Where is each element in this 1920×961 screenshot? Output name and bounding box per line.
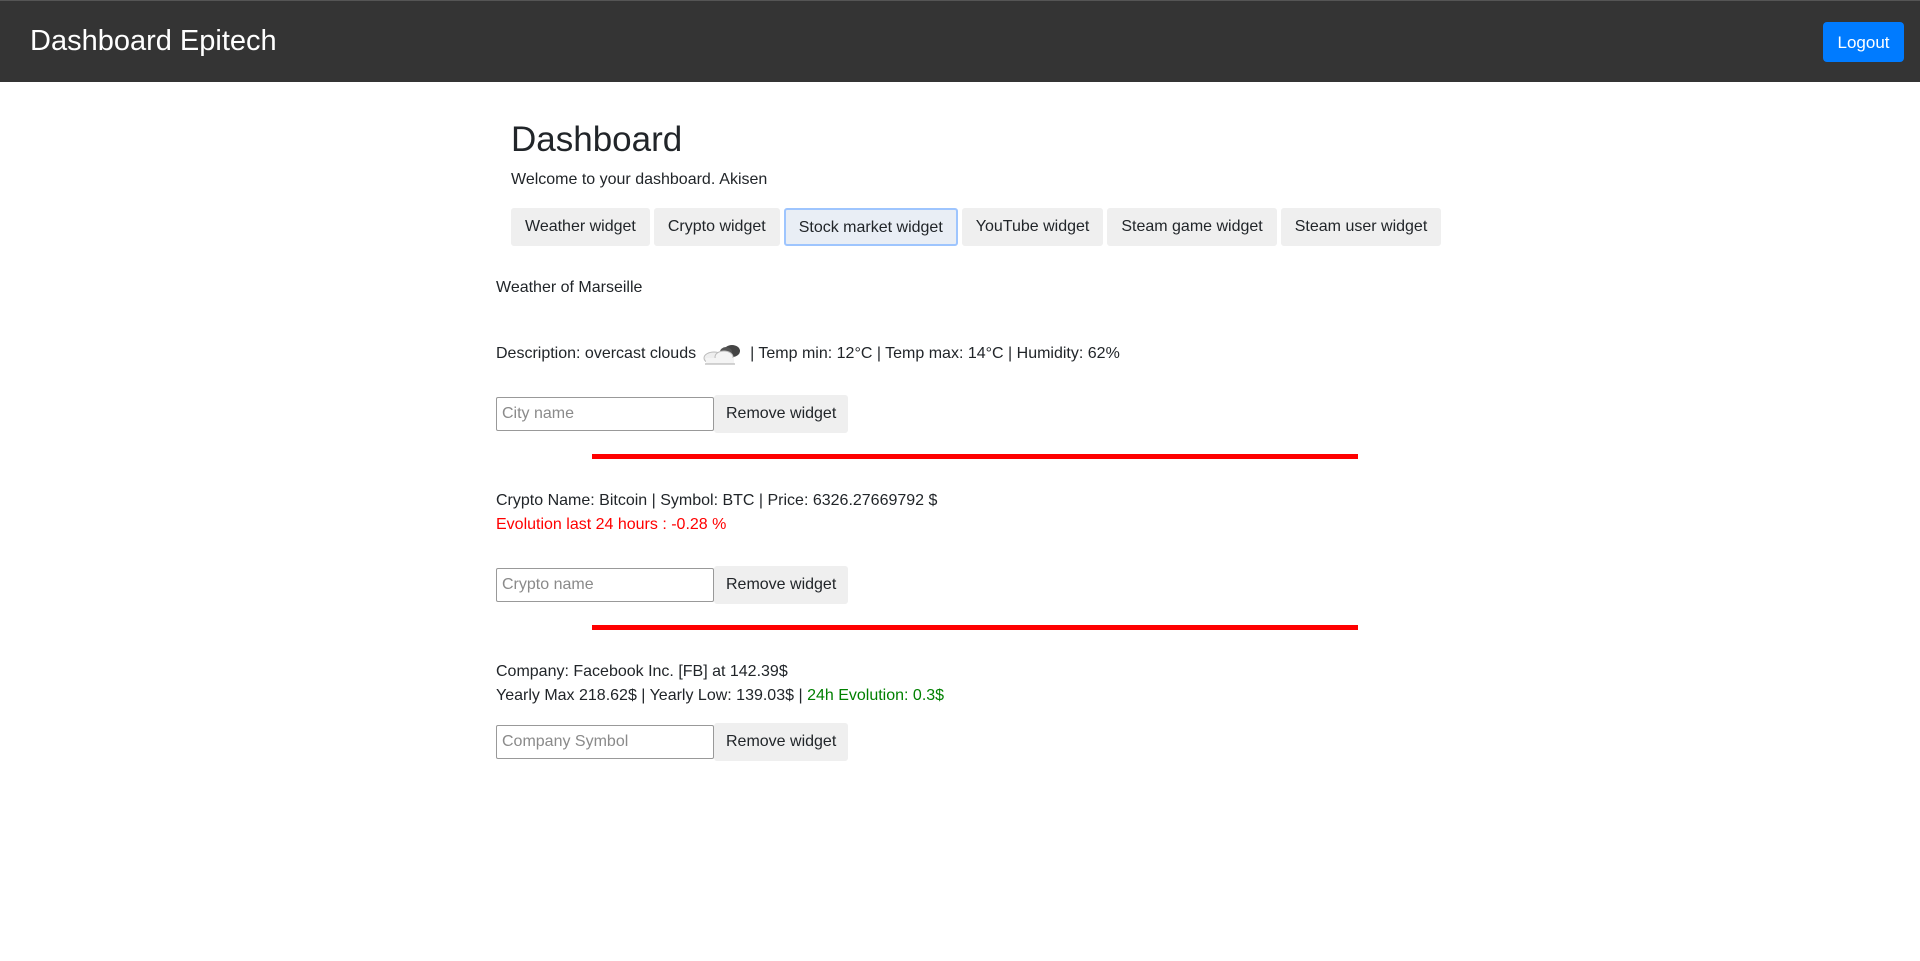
city-name-input[interactable] xyxy=(496,397,714,431)
page-title: Dashboard xyxy=(511,120,683,159)
remove-stock-widget-button[interactable]: Remove widget xyxy=(714,723,849,761)
widget-separator xyxy=(592,454,1358,459)
weather-stats: | Temp min: 12°C | Temp max: 14°C | Humi… xyxy=(750,345,1120,363)
stock-evolution: 24h Evolution: 0.3$ xyxy=(807,687,945,704)
crypto-name-input[interactable] xyxy=(496,568,714,602)
remove-weather-widget-button[interactable]: Remove widget xyxy=(714,395,849,433)
crypto-controls: Remove widget xyxy=(496,566,849,604)
add-steam-game-widget-button[interactable]: Steam game widget xyxy=(1107,208,1277,246)
welcome-text: Welcome to your dashboard. xyxy=(511,171,716,188)
top-navbar: Dashboard Epitech Logout xyxy=(0,0,1920,82)
app-brand[interactable]: Dashboard Epitech xyxy=(30,23,277,59)
widget-selector-bar: Weather widget Crypto widget Stock marke… xyxy=(511,208,1442,246)
crypto-info: Crypto Name: Bitcoin | Symbol: BTC | Pri… xyxy=(496,492,938,509)
logout-button[interactable]: Logout xyxy=(1823,22,1904,62)
weather-description: Description: overcast clouds xyxy=(496,345,697,363)
stock-controls: Remove widget xyxy=(496,723,849,761)
stock-yearly-range: Yearly Max 218.62$ | Yearly Low: 139.03$… xyxy=(496,687,803,704)
add-steam-user-widget-button[interactable]: Steam user widget xyxy=(1280,208,1442,246)
weather-title: Weather of Marseille xyxy=(496,279,643,296)
add-stock-market-widget-button[interactable]: Stock market widget xyxy=(783,208,958,246)
weather-details: Description: overcast clouds | Temp min:… xyxy=(496,342,1120,366)
add-youtube-widget-button[interactable]: YouTube widget xyxy=(961,208,1104,246)
stock-yearly-info: Yearly Max 218.62$ | Yearly Low: 139.03$… xyxy=(496,684,944,708)
username: Akisen xyxy=(719,171,768,188)
weather-controls: Remove widget xyxy=(496,395,849,433)
widget-separator xyxy=(592,625,1358,630)
company-symbol-input[interactable] xyxy=(496,725,714,759)
crypto-evolution: Evolution last 24 hours : -0.28 % xyxy=(496,516,727,533)
add-crypto-widget-button[interactable]: Crypto widget xyxy=(653,208,780,246)
remove-crypto-widget-button[interactable]: Remove widget xyxy=(714,566,849,604)
stock-company-info: Company: Facebook Inc. [FB] at 142.39$ xyxy=(496,663,788,680)
add-weather-widget-button[interactable]: Weather widget xyxy=(511,208,650,246)
welcome-message: Welcome to your dashboard. Akisen xyxy=(511,170,767,190)
overcast-clouds-icon xyxy=(700,342,744,366)
